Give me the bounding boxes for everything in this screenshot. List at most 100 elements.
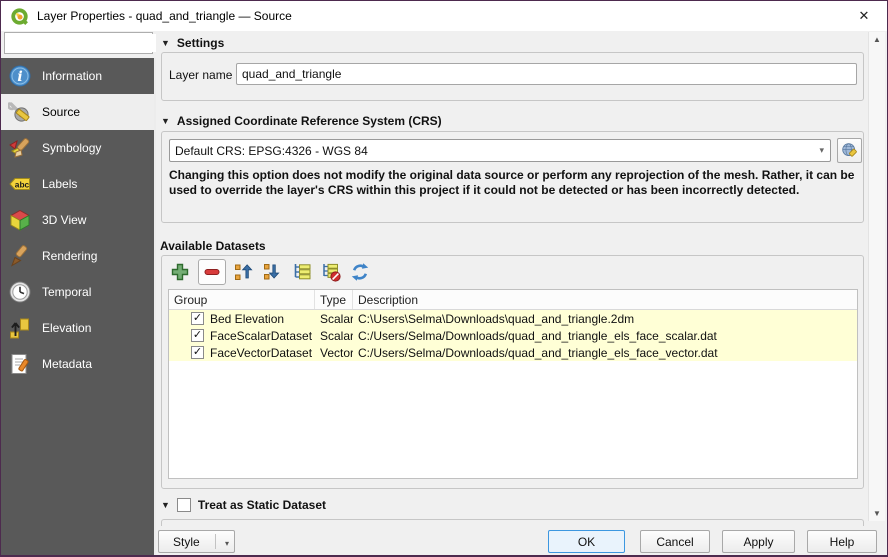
check-icon: ✓ (193, 330, 202, 341)
tab-label: Metadata (42, 357, 92, 371)
reload-datasets-icon (350, 262, 370, 282)
search-input[interactable] (9, 34, 164, 52)
dataset-type: Scalar (315, 329, 353, 343)
sidebar: i Information Source (1, 31, 156, 555)
temporal-icon (8, 280, 32, 304)
dataset-type: Scalar (315, 312, 353, 326)
crs-header-label: Assigned Coordinate Reference System (CR… (177, 114, 442, 128)
tab-information[interactable]: i Information (1, 58, 154, 94)
table-row[interactable]: ✓ FaceScalarDataset Scalar C:/Users/Selm… (169, 327, 857, 344)
search-box[interactable] (4, 32, 153, 54)
check-icon: ✓ (193, 313, 202, 324)
static-dataset-label: Treat as Static Dataset (198, 498, 326, 512)
ok-button[interactable]: OK (548, 530, 625, 553)
tab-temporal[interactable]: Temporal (1, 274, 154, 310)
expand-down-button[interactable] (262, 261, 284, 283)
table-row[interactable]: ✓ Bed Elevation Scalar C:\Users\Selma\Do… (169, 310, 857, 327)
help-button[interactable]: Help (807, 530, 877, 553)
dataset-description: C:/Users/Selma/Downloads/quad_and_triang… (353, 329, 857, 343)
scroll-up-icon[interactable]: ▲ (869, 32, 885, 47)
dataset-checkbox[interactable]: ✓ (191, 329, 204, 342)
tab-source[interactable]: Source (1, 94, 154, 130)
crs-picker-button[interactable] (837, 138, 862, 163)
tab-labels[interactable]: abc Labels (1, 166, 154, 202)
chevron-down-icon: ▾ (225, 539, 229, 548)
rendering-icon (8, 244, 32, 268)
dataset-group-name: FaceVectorDataset (210, 346, 312, 360)
dataset-type: Vector (315, 346, 353, 360)
crs-section-header[interactable]: ▼ Assigned Coordinate Reference System (… (161, 114, 442, 128)
source-icon (8, 100, 32, 124)
layer-name-label: Layer name (169, 68, 232, 82)
tab-metadata[interactable]: Metadata (1, 346, 154, 382)
dataset-description: C:\Users\Selma\Downloads\quad_and_triang… (353, 312, 857, 326)
settings-header-label: Settings (177, 36, 224, 50)
style-button[interactable]: Style ▾ (158, 530, 235, 553)
svg-text:i: i (17, 69, 22, 85)
uncheck-all-datasets-icon (321, 262, 341, 282)
3d-view-icon (8, 208, 32, 232)
close-button[interactable]: ✕ (841, 1, 887, 31)
collapse-triangle-icon[interactable]: ▼ (161, 38, 170, 48)
check-all-datasets-icon (292, 262, 312, 282)
static-dataset-checkbox[interactable] (177, 498, 191, 512)
collapse-up-button[interactable] (233, 261, 255, 283)
cancel-button[interactable]: Cancel (640, 530, 710, 553)
svg-text:abc: abc (15, 179, 30, 189)
remove-dataset-button[interactable] (198, 259, 226, 285)
table-row[interactable]: ✓ FaceVectorDataset Vector C:/Users/Selm… (169, 344, 857, 361)
settings-section-header[interactable]: ▼ Settings (161, 36, 224, 50)
dataset-checkbox[interactable]: ✓ (191, 346, 204, 359)
column-header-description[interactable]: Description (353, 290, 857, 309)
uncheck-all-datasets-button[interactable] (320, 261, 342, 283)
crs-selected-value: Default CRS: EPSG:4326 - WGS 84 (175, 144, 368, 158)
column-header-type[interactable]: Type (315, 290, 353, 309)
collapse-triangle-icon[interactable]: ▼ (161, 116, 170, 126)
elevation-icon (8, 316, 32, 340)
collapse-triangle-icon[interactable]: ▼ (161, 500, 170, 510)
qgis-logo-icon (10, 7, 29, 26)
dataset-description: C:/Users/Selma/Downloads/quad_and_triang… (353, 346, 857, 360)
labels-icon: abc (8, 172, 32, 196)
tab-rendering[interactable]: Rendering (1, 238, 154, 274)
expand-down-icon (263, 262, 283, 282)
tab-label: Information (42, 69, 102, 83)
datasets-table-header[interactable]: Group Type Description (169, 290, 857, 310)
apply-button[interactable]: Apply (722, 530, 795, 553)
static-dataset-section-header[interactable]: ▼ Treat as Static Dataset (161, 498, 326, 512)
window-title: Layer Properties - quad_and_triangle — S… (37, 9, 292, 23)
add-dataset-button[interactable] (169, 261, 191, 283)
source-panel: ▼ Settings Layer name ▼ Assigned Coordin… (156, 31, 886, 554)
titlebar: Layer Properties - quad_and_triangle — S… (1, 1, 887, 31)
datasets-table[interactable]: Group Type Description ✓ Bed Elevation S… (168, 289, 858, 479)
tab-label: Rendering (42, 249, 97, 263)
dataset-group-name: Bed Elevation (210, 312, 284, 326)
tab-label: Symbology (42, 141, 101, 155)
layer-name-input[interactable] (236, 63, 857, 85)
check-icon: ✓ (193, 347, 202, 358)
crs-warning-text: Changing this option does not modify the… (169, 168, 863, 198)
tab-symbology[interactable]: Symbology (1, 130, 154, 166)
dataset-group-name: FaceScalarDataset (210, 329, 312, 343)
column-header-group[interactable]: Group (169, 290, 315, 309)
tab-label: Elevation (42, 321, 91, 335)
chevron-down-icon: ▾ (819, 145, 824, 156)
tab-elevation[interactable]: Elevation (1, 310, 154, 346)
symbology-icon (8, 136, 32, 160)
remove-dataset-icon (202, 262, 222, 282)
add-dataset-icon (170, 262, 190, 282)
style-button-divider (215, 534, 216, 549)
reload-datasets-button[interactable] (349, 261, 371, 283)
tab-label: Labels (42, 177, 77, 191)
check-all-datasets-button[interactable] (291, 261, 313, 283)
layer-properties-dialog: Layer Properties - quad_and_triangle — S… (0, 0, 888, 557)
available-datasets-label: Available Datasets (160, 239, 266, 253)
crs-combobox[interactable]: Default CRS: EPSG:4326 - WGS 84 ▾ (169, 139, 831, 162)
style-button-label: Style (173, 535, 200, 549)
tab-label: Temporal (42, 285, 91, 299)
tab-3d-view[interactable]: 3D View (1, 202, 154, 238)
collapse-up-icon (234, 262, 254, 282)
dataset-checkbox[interactable]: ✓ (191, 312, 204, 325)
scroll-down-icon[interactable]: ▼ (869, 506, 885, 521)
vertical-scrollbar[interactable]: ▲ ▼ (868, 32, 885, 521)
